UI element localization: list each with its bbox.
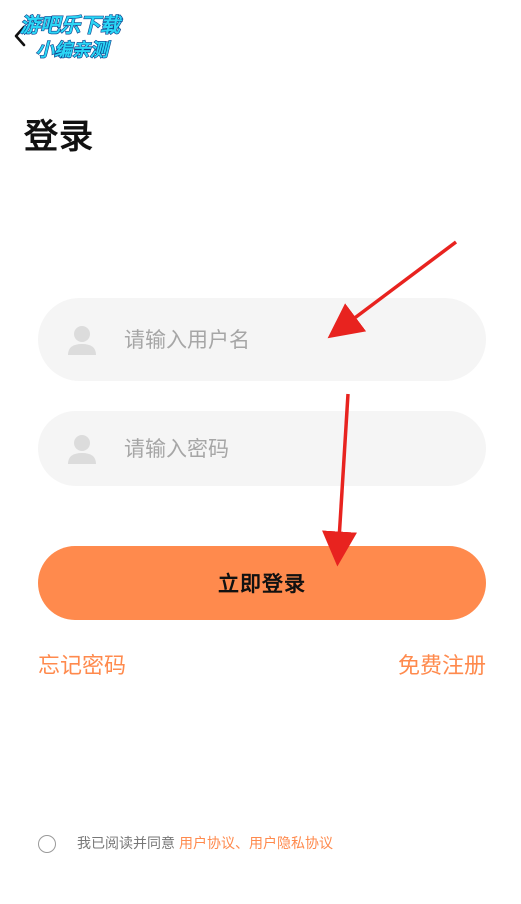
agreement-separator: 、 <box>235 836 249 852</box>
login-button[interactable]: 立即登录 <box>38 546 486 620</box>
agreement-row: 我已阅读并同意 用户协议 、 用户隐私协议 <box>38 833 333 855</box>
user-icon <box>68 434 96 464</box>
privacy-policy-link[interactable]: 用户隐私协议 <box>249 833 333 855</box>
watermark-line1: 游吧乐下载 <box>20 13 123 37</box>
watermark-logo: 游吧乐下载 小编亲测 <box>14 6 146 66</box>
user-icon <box>68 325 96 355</box>
page-title: 登录 <box>24 117 94 157</box>
watermark-line2: 小编亲测 <box>36 40 111 61</box>
agreement-prefix: 我已阅读并同意 <box>77 836 175 852</box>
agreement-radio[interactable] <box>38 835 56 853</box>
user-agreement-link[interactable]: 用户协议 <box>179 833 235 855</box>
forgot-password-link[interactable]: 忘记密码 <box>38 652 126 682</box>
password-field[interactable] <box>38 411 486 486</box>
username-field[interactable] <box>38 298 486 381</box>
password-input[interactable] <box>122 435 446 462</box>
username-input[interactable] <box>122 326 446 353</box>
register-link[interactable]: 免费注册 <box>398 652 486 682</box>
